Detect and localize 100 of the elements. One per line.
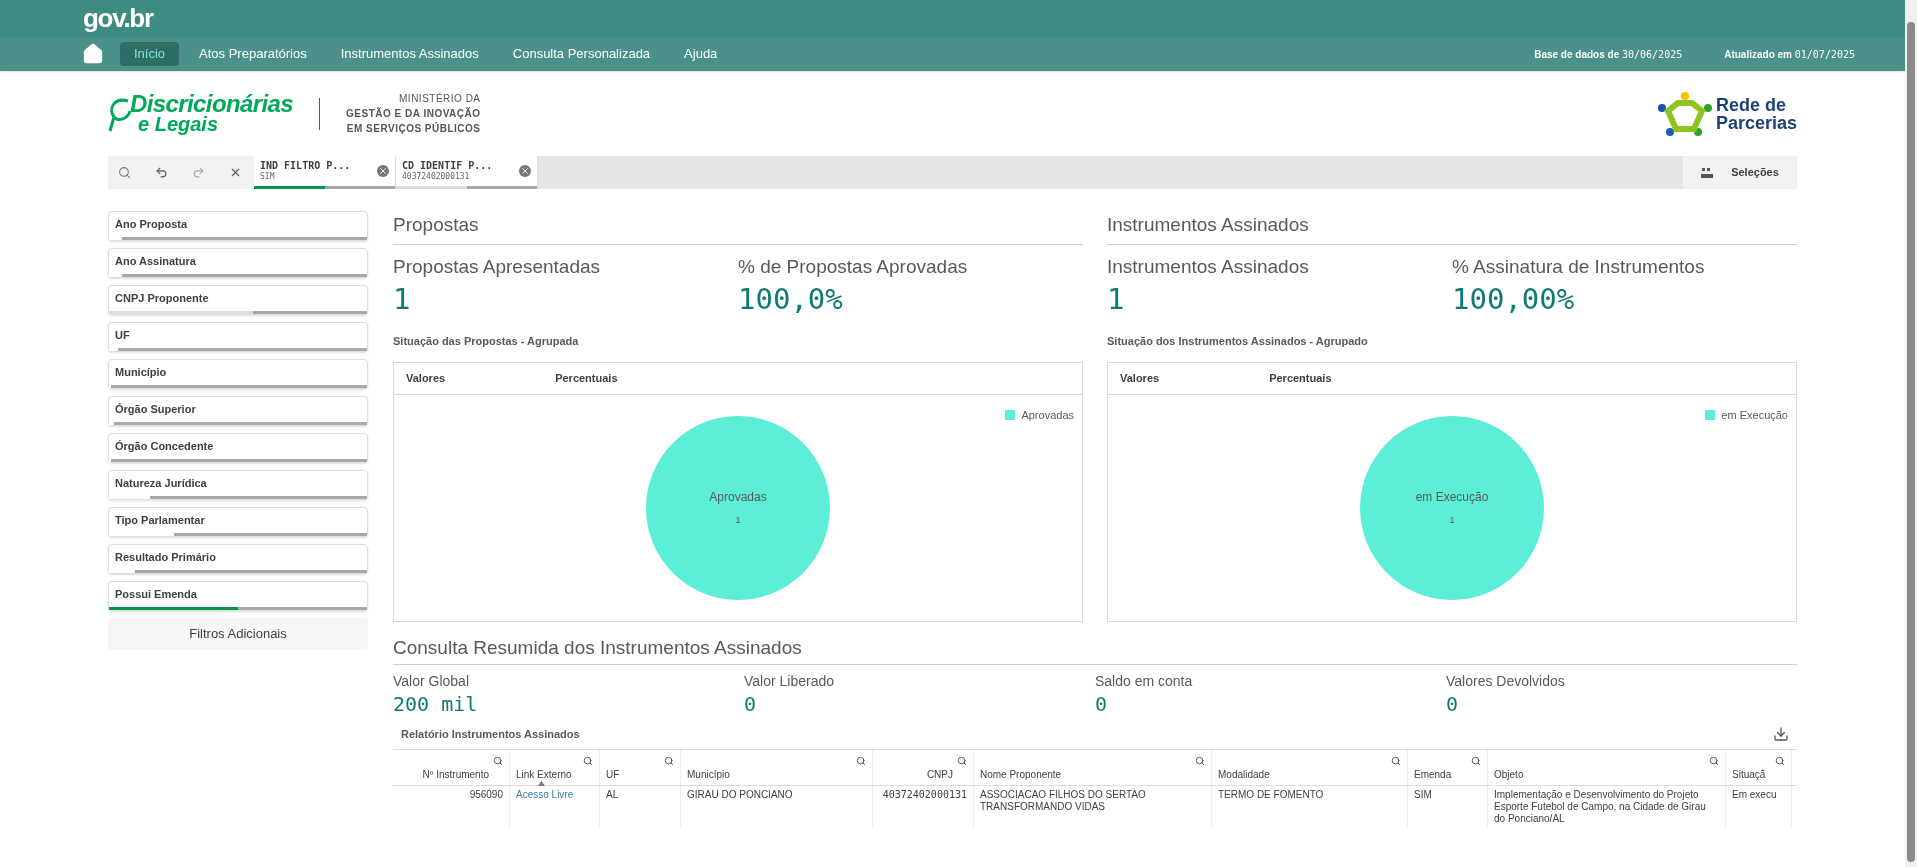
nav-tab[interactable]: Consulta Personalizada <box>498 42 665 66</box>
search-icon[interactable] <box>664 755 674 766</box>
filter-label: CNPJ Proponente <box>114 291 210 306</box>
filter-label: Possui Emenda <box>114 587 198 602</box>
search-icon[interactable] <box>957 755 967 766</box>
chart-tab[interactable]: Percentuais <box>1269 369 1332 387</box>
slice-label: em Execução <box>1415 488 1489 506</box>
download-icon[interactable] <box>1773 726 1789 743</box>
step-back-icon[interactable] <box>155 166 168 179</box>
filter-label: Órgão Superior <box>114 402 197 417</box>
additional-filters-button[interactable]: Filtros Adicionais <box>108 618 368 650</box>
chart-tab[interactable]: Percentuais <box>555 369 618 387</box>
selection-value: SIM <box>260 171 276 182</box>
close-icon[interactable] <box>519 165 531 177</box>
home-icon[interactable] <box>82 43 104 65</box>
filter-pane[interactable]: Natureza Jurídica <box>108 470 368 500</box>
ministry-name: GESTÃO E DA INOVAÇÃO <box>346 106 481 121</box>
kpi-label: Valor Global <box>393 672 470 691</box>
section-title: Consulta Resumida dos Instrumentos Assinados <box>393 633 1797 665</box>
clear-selections-icon[interactable] <box>229 166 242 179</box>
table-cell: SIM <box>1408 785 1488 828</box>
filter-pane[interactable]: Resultado Primário <box>108 544 368 574</box>
column-header[interactable]: Município <box>681 749 873 785</box>
nav-tab[interactable]: Atos Preparatórios <box>185 42 321 66</box>
nav-tab[interactable]: Instrumentos Assinados <box>326 42 493 66</box>
selection-chip[interactable]: CD IDENTIF P... 40372402000131 <box>396 156 538 189</box>
ministry-name: EM SERVIÇOS PÚBLICOS <box>346 121 481 136</box>
column-label: Link Externo <box>516 768 573 781</box>
column-label: Nome Proponente <box>980 768 1063 781</box>
filter-pane[interactable]: Ano Proposta <box>108 211 368 241</box>
table-cell: Implementação e Desenvolvimento do Projeto Esporte Futebol de Campo, na Cidade de Girau do Ponciano/AL <box>1488 785 1726 828</box>
section-title: Instrumentos Assinados <box>1107 211 1797 245</box>
column-header[interactable]: Nome Proponente <box>974 749 1212 785</box>
search-icon[interactable] <box>493 755 503 766</box>
kpi-value: 100,00% <box>1452 281 1576 317</box>
column-header[interactable]: Modalidade <box>1212 749 1408 785</box>
search-icon[interactable] <box>1471 755 1481 766</box>
filter-pane[interactable]: Tipo Parlamentar <box>108 507 368 537</box>
selection-field: IND FILTRO P... <box>260 160 373 171</box>
search-icon[interactable] <box>1775 755 1785 766</box>
chart-tab[interactable]: Valores <box>406 369 446 387</box>
kpi-label: % de Propostas Aprovadas <box>738 254 969 279</box>
selection-chip[interactable]: IND FILTRO P... SIM <box>254 156 396 189</box>
search-icon[interactable] <box>583 755 593 766</box>
filter-label: Ano Assinatura <box>114 254 197 269</box>
column-header[interactable]: UF <box>600 749 681 785</box>
kpi-value: 1 <box>393 281 412 317</box>
slice-label: Aprovadas <box>709 488 767 506</box>
close-icon[interactable] <box>377 165 389 177</box>
table-cell: 40372402000131 <box>873 785 974 828</box>
column-label: Objeto <box>1494 768 1525 781</box>
column-label: CNPJ <box>925 768 953 781</box>
kpi-value: 100,0% <box>738 281 844 317</box>
filter-pane[interactable]: UF <box>108 322 368 352</box>
search-icon[interactable] <box>1709 755 1719 766</box>
kpi-label: % Assinatura de Instrumentos <box>1452 254 1706 279</box>
chart-tab[interactable]: Valores <box>1120 369 1160 387</box>
chart-title: Situação das Propostas - Agrupada <box>393 334 580 349</box>
column-header[interactable]: Situaçã <box>1726 749 1792 785</box>
filter-label: Resultado Primário <box>114 550 217 565</box>
sort-indicator-icon[interactable] <box>538 780 545 786</box>
chart-title: Situação dos Instrumentos Assinados - Agrupado <box>1107 334 1369 349</box>
search-selection-icon[interactable] <box>118 166 131 179</box>
scrollbar[interactable] <box>1905 0 1917 867</box>
filter-pane[interactable]: Possui Emenda <box>108 581 368 611</box>
table-cell: TERMO DE FOMENTO <box>1212 785 1408 828</box>
link[interactable]: Acesso Livre <box>510 785 600 828</box>
search-icon[interactable] <box>1195 755 1205 766</box>
column-header[interactable]: CNPJ <box>873 749 974 785</box>
column-header[interactable]: Nº Instrumento <box>393 749 510 785</box>
filter-pane[interactable]: Município <box>108 359 368 389</box>
program-logo-text: Discricionárias <box>130 93 294 114</box>
kpi-label: Valor Liberado <box>744 672 836 691</box>
filter-label: Tipo Parlamentar <box>114 513 206 528</box>
column-label: Emenda <box>1414 768 1453 781</box>
filter-pane[interactable]: Órgão Superior <box>108 396 368 426</box>
slice-value: 1 <box>1449 513 1455 527</box>
column-label: Modalidade <box>1218 768 1271 781</box>
selections-button[interactable]: Seleções <box>1683 156 1797 189</box>
kpi-label: Instrumentos Assinados <box>1107 254 1310 279</box>
kpi-label: Propostas Apresentadas <box>393 254 602 279</box>
kpi-value: 0 <box>1095 692 1109 716</box>
nav-tab[interactable]: Início <box>120 42 180 66</box>
filter-pane[interactable]: CNPJ Proponente <box>108 285 368 315</box>
table-cell: 956090 <box>393 785 510 828</box>
column-header[interactable]: Link Externo <box>510 749 600 785</box>
filter-label: Natureza Jurídica <box>114 476 208 491</box>
selection-value: 40372402000131 <box>402 171 471 182</box>
nav-tab[interactable]: Ajuda <box>670 42 732 66</box>
search-icon[interactable] <box>1391 755 1401 766</box>
column-header[interactable]: Objeto <box>1488 749 1726 785</box>
column-header[interactable]: Emenda <box>1408 749 1488 785</box>
filter-label: Órgão Concedente <box>114 439 215 454</box>
filter-pane[interactable]: Ano Assinatura <box>108 248 368 278</box>
brand-logo[interactable]: gov.br <box>83 0 153 38</box>
partners-star-icon <box>1657 90 1712 137</box>
kpi-label: Saldo em conta <box>1095 672 1194 691</box>
filter-pane[interactable]: Órgão Concedente <box>108 433 368 463</box>
update-date: Atualizado em 01/07/2025 <box>1724 47 1855 62</box>
search-icon[interactable] <box>856 755 866 766</box>
